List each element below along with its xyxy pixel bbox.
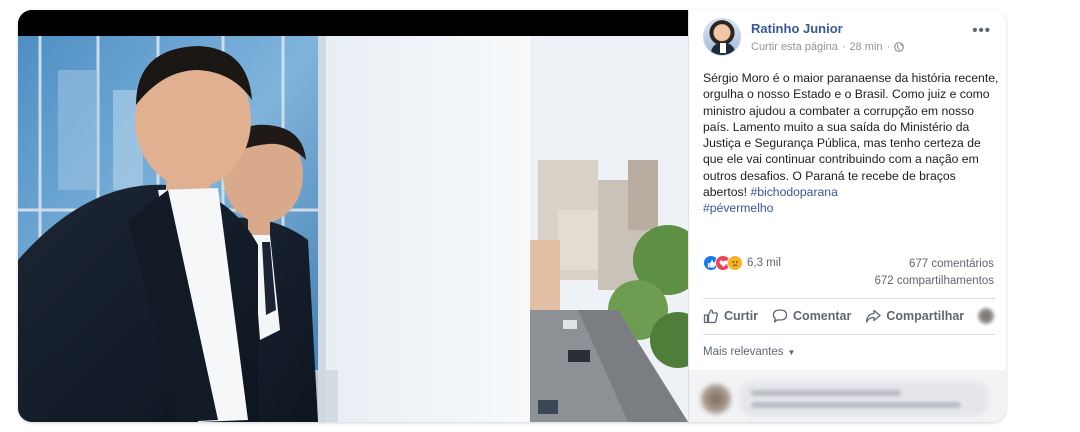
blurred-comment-bubble bbox=[739, 382, 989, 416]
comments-count[interactable]: 677 comentários bbox=[874, 256, 994, 273]
sad-icon bbox=[727, 255, 743, 271]
meta-separator: · bbox=[841, 41, 846, 53]
post-body: Sérgio Moro é o maior paranaense da hist… bbox=[703, 70, 1001, 217]
post-panel: Ratinho Junior Curtir esta página · 28 m… bbox=[688, 10, 1006, 422]
author-avatar[interactable] bbox=[703, 18, 741, 56]
share-button-label: Compartilhar bbox=[886, 309, 965, 323]
post-meta: Curtir esta página · 28 min · bbox=[751, 41, 905, 53]
comment-button[interactable]: Comentar bbox=[772, 308, 851, 324]
like-button-label: Curtir bbox=[724, 309, 759, 323]
engagement-counts: 677 comentários 672 compartilhamentos bbox=[874, 256, 994, 290]
photo-illustration bbox=[18, 36, 688, 422]
facebook-post-card: Ratinho Junior Curtir esta página · 28 m… bbox=[18, 10, 1006, 422]
shares-count[interactable]: 672 compartilhamentos bbox=[874, 273, 994, 290]
post-time[interactable]: 28 min bbox=[850, 41, 883, 53]
comment-icon bbox=[772, 309, 788, 323]
meta-separator-2: · bbox=[886, 41, 891, 53]
like-page-link[interactable]: Curtir esta página bbox=[751, 41, 838, 53]
comments-sort-label: Mais relevantes bbox=[703, 346, 784, 358]
blurred-text-line bbox=[751, 402, 961, 408]
more-dots-icon[interactable]: ••• bbox=[972, 22, 991, 39]
blurred-avatar bbox=[978, 308, 995, 324]
divider bbox=[703, 334, 995, 335]
reactions-summary[interactable]: 6,3 mil bbox=[703, 254, 781, 272]
blurred-text-line bbox=[751, 390, 901, 396]
blurred-comment bbox=[689, 370, 1006, 422]
caret-down-icon: ▼ bbox=[787, 347, 796, 357]
comment-button-label: Comentar bbox=[793, 309, 852, 323]
comments-sort-dropdown[interactable]: Mais relevantes ▼ bbox=[703, 346, 795, 358]
post-actions: Curtir Comentar Compartilhar bbox=[703, 304, 1003, 328]
post-header: Ratinho Junior Curtir esta página · 28 m… bbox=[703, 18, 995, 64]
author-name[interactable]: Ratinho Junior bbox=[751, 21, 843, 36]
globe-icon bbox=[894, 42, 905, 52]
post-text: Sérgio Moro é o maior paranaense da hist… bbox=[703, 71, 999, 200]
like-button[interactable]: Curtir bbox=[703, 308, 758, 324]
reaction-count: 6,3 mil bbox=[747, 257, 781, 269]
thumbs-up-icon bbox=[703, 309, 719, 324]
divider bbox=[703, 298, 995, 299]
blurred-comment-avatar bbox=[701, 384, 731, 414]
share-button[interactable]: Compartilhar bbox=[865, 308, 964, 324]
hashtag-pevermelho[interactable]: #pévermelho bbox=[703, 201, 773, 215]
hashtag-bichodoparana[interactable]: #bichodoparana bbox=[750, 185, 837, 199]
share-icon bbox=[866, 309, 882, 323]
post-photo[interactable] bbox=[18, 10, 688, 422]
